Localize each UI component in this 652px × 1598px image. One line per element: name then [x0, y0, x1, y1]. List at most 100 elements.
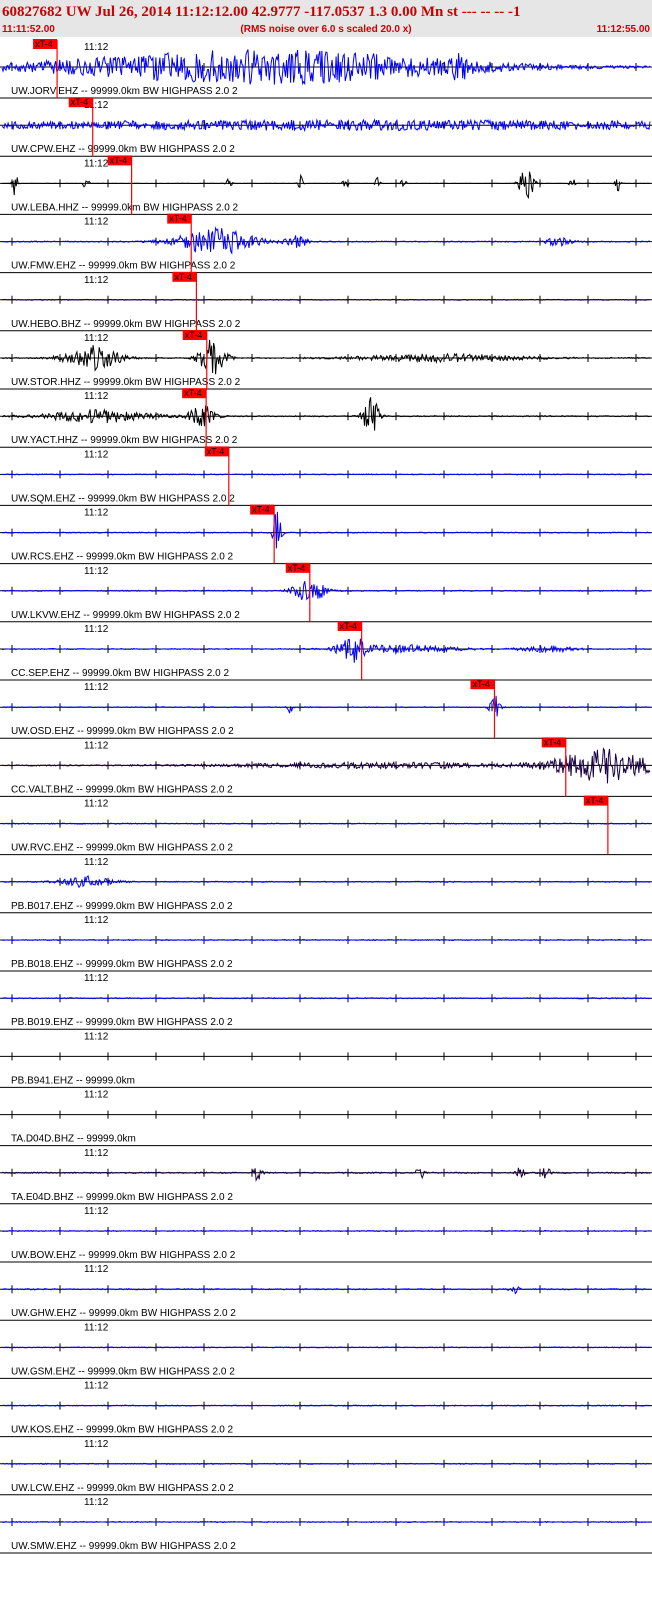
- station-label: UW.STOR.HHZ -- 99999.0km BW HIGHPASS 2.0…: [11, 377, 241, 388]
- time-tick-label: 11:12: [84, 973, 109, 984]
- trace-panel: 11:12 PB.B018.EHZ -- 99999.0km BW HIGHPAS…: [0, 915, 652, 972]
- time-tick-label: 11:12: [84, 566, 109, 577]
- phase-pick-label: xT-4: [252, 505, 270, 515]
- station-label: PB.B941.EHZ -- 99999.0km: [11, 1075, 135, 1086]
- trace-panel: 11:12UW.CPW.EHZ -- 99999.0km BW HIGHPASS…: [0, 97, 652, 157]
- waveform-trace: [1, 226, 650, 255]
- trace-panel: 11:12 UW.SQM.EHZ -- 99999.0km BW HIGHPASS…: [0, 446, 652, 506]
- trace-panel: 11:12 UW.LCW.EHZ -- 99999.0km BW HIGHPASS…: [0, 1439, 652, 1496]
- trace-panel: 11:12 UW.RVC.EHZ -- 99999.0km BW HIGHPASS…: [0, 795, 652, 856]
- station-label: TA.D04D.BHZ -- 99999.0km: [11, 1134, 136, 1145]
- time-tick-label: 11:12: [84, 624, 109, 635]
- station-label: UW.RVC.EHZ -- 99999.0km BW HIGHPASS 2.0 …: [11, 843, 233, 854]
- trace-panel: 11:12 UW.LKVW.EHZ -- 99999.0km BW HIGHPAS…: [0, 562, 652, 623]
- waveform-trace: [1, 397, 651, 431]
- trace-panel: 11:12 UW.HEBO.BHZ -- 99999.0km BW HIGHPAS…: [0, 271, 652, 332]
- phase-pick-label: xT-4: [71, 97, 89, 107]
- station-label: PB.B019.EHZ -- 99999.0km BW HIGHPASS 2.0…: [11, 1017, 233, 1028]
- trace-panel: 11:12 UW.LEBA.HHZ -- 99999.0km BW HIGHPAS…: [0, 155, 652, 215]
- trace-panel: 11:12 UW.GHW.EHZ -- 99999.0km BW HIGHPASS…: [0, 1264, 652, 1321]
- time-tick-label: 11:12: [84, 682, 109, 693]
- time-tick-label: 11:12: [84, 1148, 109, 1159]
- station-label: UW.SQM.EHZ -- 99999.0km BW HIGHPASS 2.0 …: [11, 493, 235, 504]
- event-title: 60827682 UW Jul 26, 2014 11:12:12.00 42.…: [2, 4, 520, 20]
- trace-panel: 11:12 UW.KOS.EHZ -- 99999.0km BW HIGHPASS…: [0, 1381, 652, 1438]
- trace-panel: 11:12 CC.VALT.BHZ -- 99999.0km BW HIGHPAS…: [0, 737, 652, 797]
- station-label: PB.B017.EHZ -- 99999.0km BW HIGHPASS 2.0…: [11, 901, 233, 912]
- station-label: UW.GSM.EHZ -- 99999.0km BW HIGHPASS 2.0 …: [11, 1366, 235, 1377]
- trace-panel: 11:12 PB.B017.EHZ -- 99999.0km BW HIGHPAS…: [0, 857, 652, 914]
- trace-panel: 11:12 UW.JORV.EHZ -- 99999.0km BW HIGHPAS…: [0, 39, 652, 99]
- trace-panel: 11:12 UW.OSD.EHZ -- 99999.0km BW HIGHPASS…: [0, 679, 652, 739]
- time-tick-label: 11:12: [84, 740, 109, 751]
- trace-panel: 11:12 UW.GSM.EHZ -- 99999.0km BW HIGHPASS…: [0, 1322, 652, 1379]
- station-label: UW.LEBA.HHZ -- 99999.0km BW HIGHPASS 2.0…: [11, 202, 239, 213]
- waveform-trace: [1, 695, 651, 717]
- station-label: PB.B018.EHZ -- 99999.0km BW HIGHPASS 2.0…: [11, 959, 233, 970]
- station-label: UW.KOS.EHZ -- 99999.0km BW HIGHPASS 2.0 …: [11, 1425, 234, 1436]
- phase-pick-label: xT-4: [288, 563, 306, 573]
- station-label: UW.RCS.EHZ -- 99999.0km BW HIGHPASS 2.0 …: [11, 552, 234, 563]
- phase-pick-label: xT-4: [544, 737, 562, 747]
- time-tick-label: 11:12: [84, 915, 109, 926]
- station-label: UW.JORV.EHZ -- 99999.0km BW HIGHPASS 2.0…: [11, 86, 238, 97]
- time-tick-label: 11:12: [84, 1206, 109, 1217]
- trace-panel: 11:12 CC.SEP.EHZ -- 99999.0km BW HIGHPASS…: [0, 621, 652, 681]
- time-tick-label: 11:12: [84, 275, 109, 286]
- time-tick-label: 11:12: [84, 1264, 109, 1275]
- trace-panel: 11:12 TA.E04D.BHZ -- 99999.0km BW HIGHPAS…: [0, 1148, 652, 1205]
- waveform-trace: [1, 581, 651, 601]
- phase-pick-label: xT-4: [586, 796, 604, 806]
- waveform-trace: [1, 747, 651, 784]
- station-label: UW.FMW.EHZ -- 99999.0km BW HIGHPASS 2.0 …: [11, 261, 236, 272]
- trace-panel: 11:12 PB.B019.EHZ -- 99999.0km BW HIGHPAS…: [0, 973, 652, 1030]
- trace-panel: 11:12 UW.SMW.EHZ -- 99999.0km BW HIGHPASS…: [0, 1497, 652, 1554]
- station-label: UW.BOW.EHZ -- 99999.0km BW HIGHPASS 2.0 …: [11, 1250, 236, 1261]
- rms-noise-note: (RMS noise over 6.0 s scaled 20.0 x): [240, 24, 411, 35]
- trace-panel: 11:12 TA.D04D.BHZ -- 99999.0km: [0, 1090, 652, 1147]
- time-tick-label: 11:12: [84, 42, 109, 53]
- phase-pick-label: xT-4: [169, 214, 187, 224]
- phase-pick-label: xT-4: [472, 679, 490, 689]
- time-tick-label: 11:12: [84, 857, 109, 868]
- station-label: UW.HEBO.BHZ -- 99999.0km BW HIGHPASS 2.0…: [11, 319, 241, 330]
- time-tick-label: 11:12: [84, 1439, 109, 1450]
- phase-pick-label: xT-4: [340, 621, 358, 631]
- phase-pick-label: xT-4: [207, 446, 225, 456]
- time-tick-label: 11:12: [84, 1090, 109, 1101]
- trace-panel: 11:12 UW.STOR.HHZ -- 99999.0km BW HIGHPAS…: [0, 330, 652, 390]
- waveform-trace: [1, 339, 651, 375]
- end-time: 11:12:55.00: [597, 24, 651, 35]
- time-tick-label: 11:12: [84, 333, 109, 344]
- station-label: UW.LCW.EHZ -- 99999.0km BW HIGHPASS 2.0 …: [11, 1483, 234, 1494]
- time-tick-label: 11:12: [84, 449, 109, 460]
- waveform-trace: [2, 638, 651, 663]
- phase-pick-label: xT-4: [35, 39, 53, 49]
- station-label: UW.OSD.EHZ -- 99999.0km BW HIGHPASS 2.0 …: [11, 726, 234, 737]
- time-tick-label: 11:12: [84, 1381, 109, 1392]
- time-tick-label: 11:12: [84, 799, 109, 810]
- phase-pick-label: xT-4: [184, 388, 202, 398]
- time-tick-label: 11:12: [84, 1497, 109, 1508]
- start-time: 11:11:52.00: [2, 24, 55, 35]
- time-tick-label: 11:12: [84, 217, 109, 228]
- seismogram-record-section: 60827682 UW Jul 26, 2014 11:12:12.00 42.…: [0, 0, 652, 1554]
- time-tick-label: 11:12: [84, 1031, 109, 1042]
- waveform-trace: [1, 1167, 651, 1183]
- waveform-trace: [1, 1286, 651, 1295]
- trace-panel: 11:12 UW.YACT.HHZ -- 99999.0km BW HIGHPAS…: [0, 388, 652, 448]
- phase-pick-label: xT-4: [110, 155, 128, 165]
- trace-panels: 11:12 UW.JORV.EHZ -- 99999.0km BW HIGHPAS…: [0, 39, 652, 1554]
- station-label: UW.CPW.EHZ -- 99999.0km BW HIGHPASS 2.0 …: [11, 144, 235, 155]
- trace-panel: 11:12 PB.B941.EHZ -- 99999.0km: [0, 1031, 652, 1088]
- time-tick-label: 11:12: [84, 158, 109, 169]
- station-label: UW.YACT.HHZ -- 99999.0km BW HIGHPASS 2.0…: [11, 435, 238, 446]
- trace-panel: 11:12 UW.BOW.EHZ -- 99999.0km BW HIGHPASS…: [0, 1206, 652, 1263]
- phase-pick-label: xT-4: [174, 272, 192, 282]
- time-tick-label: 11:12: [84, 391, 109, 402]
- time-tick-label: 11:12: [84, 508, 109, 519]
- station-label: UW.LKVW.EHZ -- 99999.0km BW HIGHPASS 2.0…: [11, 610, 240, 621]
- trace-panel: 11:12 UW.RCS.EHZ -- 99999.0km BW HIGHPASS…: [0, 505, 652, 565]
- station-label: TA.E04D.BHZ -- 99999.0km BW HIGHPASS 2.0…: [11, 1192, 233, 1203]
- station-label: CC.VALT.BHZ -- 99999.0km BW HIGHPASS 2.0…: [11, 784, 233, 795]
